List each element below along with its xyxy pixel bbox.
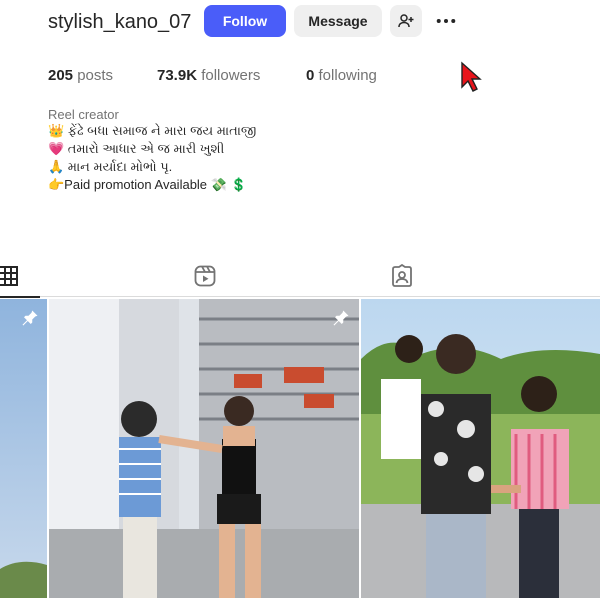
post-thumbnail bbox=[49, 299, 359, 598]
add-user-icon bbox=[398, 14, 414, 28]
tabs-divider bbox=[0, 296, 600, 297]
posts-count: 205 posts bbox=[48, 66, 113, 86]
bio-line-1: 👑 ફેંઢે બધા સમાજ ને મારા જય માતાજી bbox=[48, 123, 257, 138]
active-tab-indicator bbox=[0, 296, 40, 298]
posts-label: posts bbox=[77, 67, 114, 84]
more-options-button[interactable] bbox=[430, 5, 462, 37]
grid-post[interactable] bbox=[0, 299, 47, 598]
following-link[interactable]: 0 following bbox=[306, 66, 377, 86]
grid-post[interactable] bbox=[49, 299, 359, 598]
more-icon bbox=[436, 19, 456, 23]
followers-label: followers bbox=[201, 67, 261, 84]
profile-username: stylish_kano_07 bbox=[48, 11, 192, 33]
tagged-icon[interactable] bbox=[390, 264, 414, 288]
mouse-cursor-icon bbox=[461, 61, 482, 92]
profile-category: Reel creator bbox=[48, 107, 119, 122]
bio-line-3: 🙏 માન મર્યાદા મોભો પૃ. bbox=[48, 159, 173, 174]
followers-link[interactable]: 73.9K followers bbox=[157, 66, 260, 86]
posts-grid-icon[interactable] bbox=[0, 264, 20, 288]
followers-count-value: 73.9K bbox=[157, 67, 198, 84]
grid-post[interactable] bbox=[361, 299, 600, 598]
post-thumbnail bbox=[0, 299, 47, 598]
message-button[interactable]: Message bbox=[294, 5, 382, 37]
following-label: following bbox=[318, 67, 377, 84]
bio-line-4: 👉Paid promotion Available 💸 💲 bbox=[48, 177, 247, 192]
posts-count-value: 205 bbox=[48, 67, 74, 84]
post-thumbnail bbox=[361, 299, 600, 598]
following-count-value: 0 bbox=[306, 67, 315, 84]
pinned-icon bbox=[333, 310, 349, 326]
pinned-icon bbox=[22, 310, 38, 326]
suggest-user-button[interactable] bbox=[390, 5, 422, 37]
bio-line-2: 💗 તમારો આધાર એ જ મારી ખુશી bbox=[48, 141, 225, 156]
reels-icon[interactable] bbox=[193, 264, 217, 288]
follow-button[interactable]: Follow bbox=[204, 5, 286, 37]
